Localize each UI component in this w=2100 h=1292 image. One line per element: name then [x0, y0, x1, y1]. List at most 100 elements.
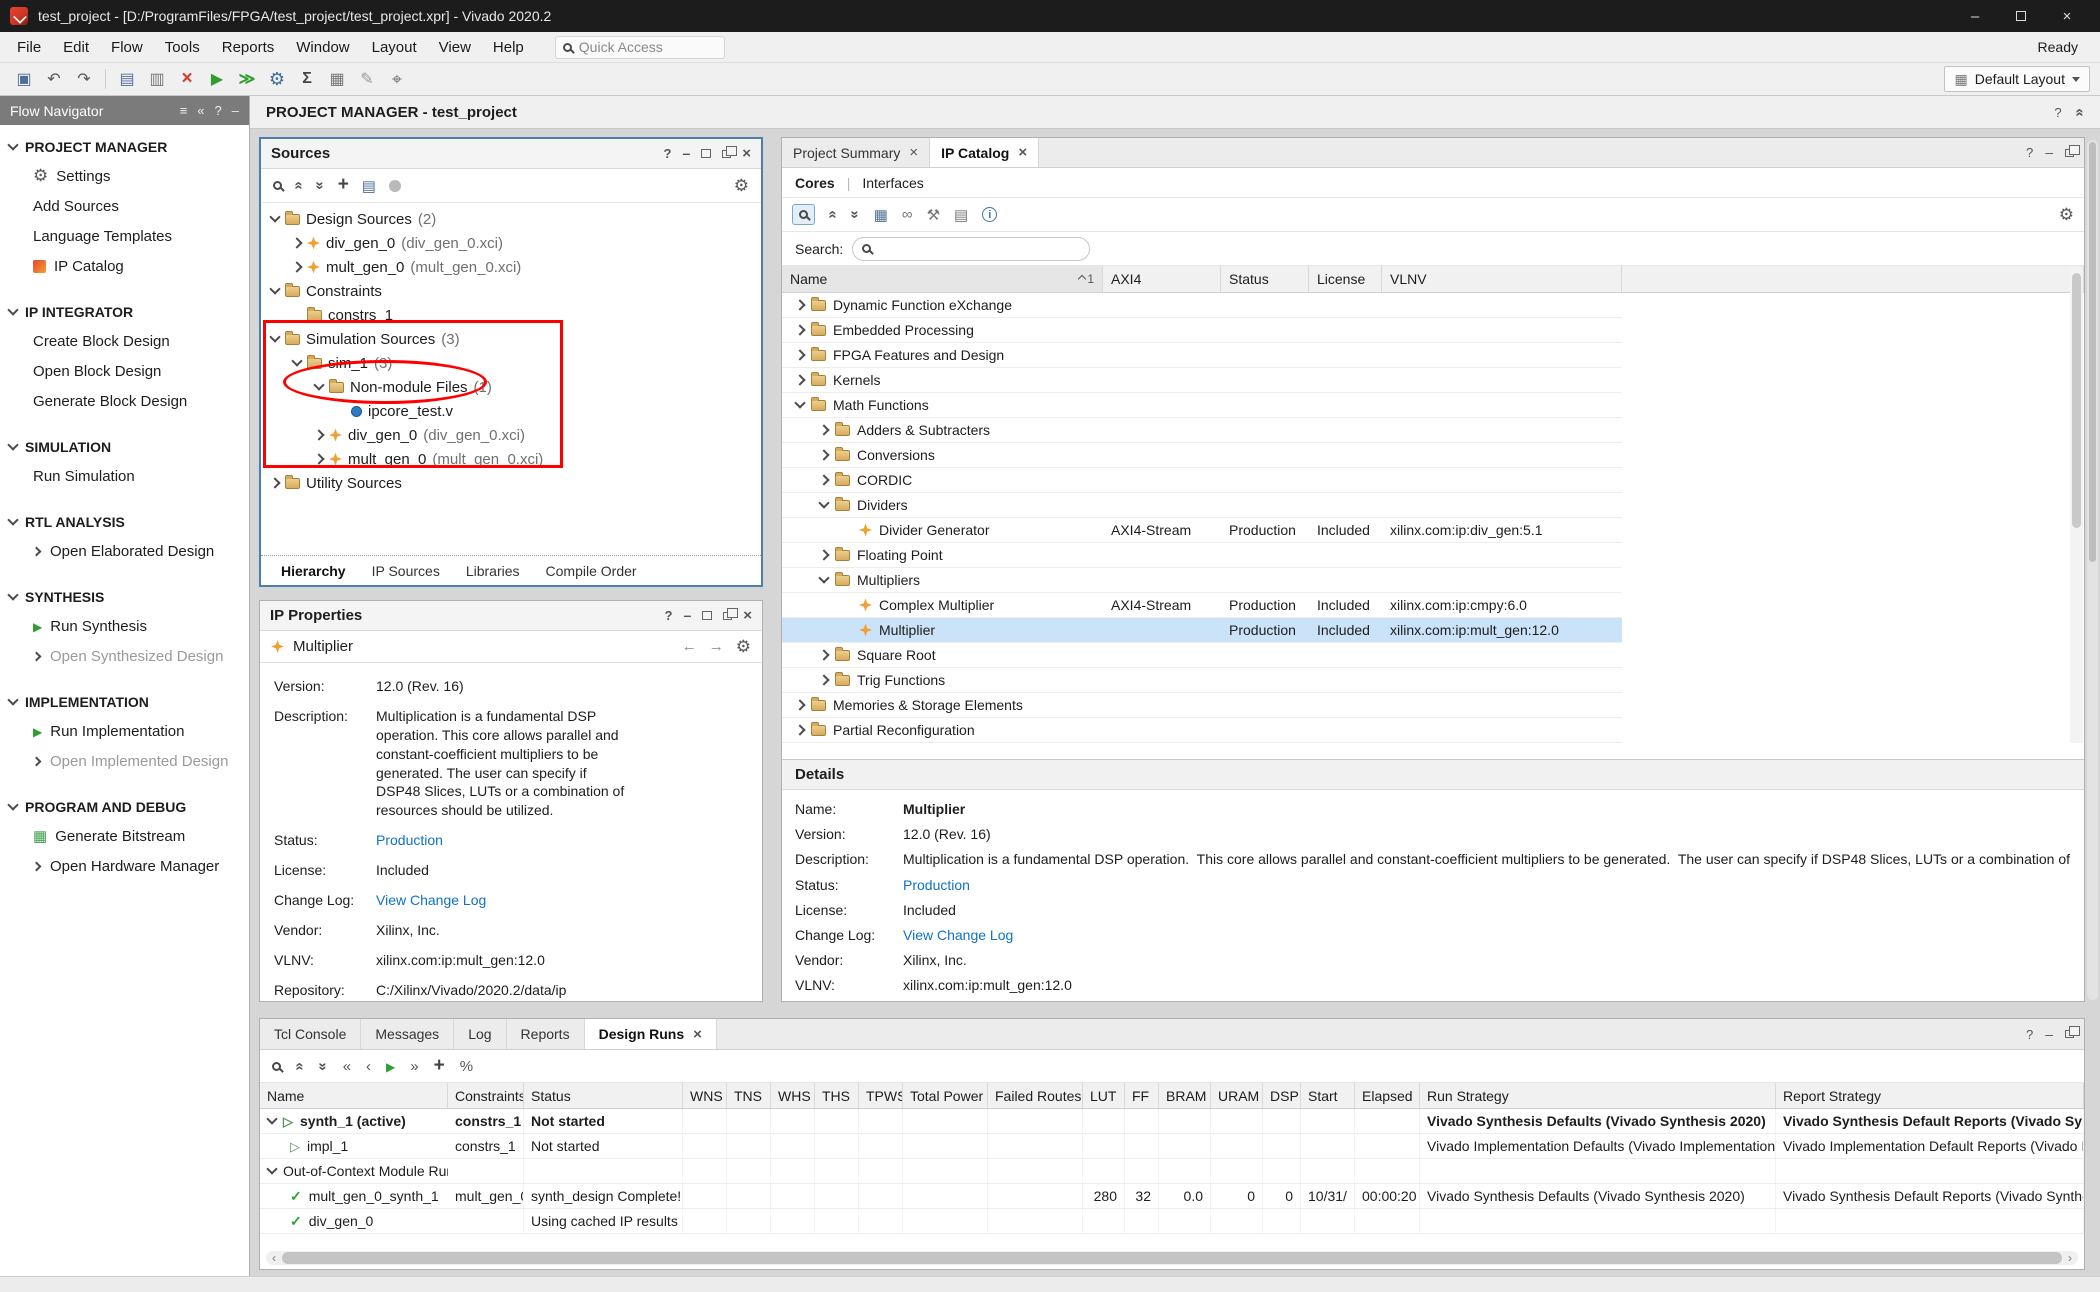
float-icon[interactable]: [722, 150, 731, 158]
report-utilization-button[interactable]: [293, 66, 321, 92]
expander-icon[interactable]: [794, 299, 805, 310]
catalog-scrollbar[interactable]: [2070, 267, 2083, 743]
chevron-right-icon[interactable]: [32, 756, 42, 766]
expander-icon[interactable]: [794, 349, 805, 360]
layout-grid-button[interactable]: [323, 66, 351, 92]
flow-navigator-menu-icon[interactable]: ≡: [180, 103, 188, 118]
run-row-div-gen-0[interactable]: div_gen_0 Using cached IP results: [260, 1209, 2084, 1234]
file-icon[interactable]: [362, 177, 376, 195]
catalog-row-multiplier-selected[interactable]: Multiplier Production Included xilinx.co…: [782, 618, 1622, 643]
collapse-all-icon[interactable]: [292, 1062, 309, 1070]
close-icon[interactable]: [743, 607, 752, 624]
run-row-impl-1[interactable]: impl_1 constrs_1 Not started Vivado Impl…: [260, 1134, 2084, 1159]
scrollbar-thumb[interactable]: [2072, 273, 2081, 528]
close-icon[interactable]: [909, 144, 918, 161]
catalog-row[interactable]: Square Root: [782, 643, 1622, 668]
expander-icon[interactable]: [818, 549, 829, 560]
catalog-row[interactable]: Dynamic Function eXchange: [782, 293, 1622, 318]
copy-button[interactable]: [143, 66, 171, 92]
tab-ip-sources[interactable]: IP Sources: [360, 559, 452, 583]
close-icon[interactable]: [693, 1026, 702, 1043]
expander-icon[interactable]: [291, 355, 302, 366]
catalog-row-dividers[interactable]: Dividers: [782, 493, 1622, 518]
collapse-all-icon[interactable]: [825, 210, 842, 218]
nav-item-run-simulation[interactable]: Run Simulation: [0, 461, 249, 491]
subtab-interfaces[interactable]: Interfaces: [862, 175, 923, 191]
back-arrow-icon[interactable]: ←: [682, 638, 697, 655]
menu-layout[interactable]: Layout: [361, 32, 428, 62]
column-license[interactable]: License: [1309, 266, 1382, 292]
expand-all-icon[interactable]: [315, 1062, 332, 1070]
nav-item-open-synthesized-design[interactable]: Open Synthesized Design: [0, 641, 249, 671]
menu-file[interactable]: File: [6, 32, 52, 62]
catalog-row-complex-multiplier[interactable]: Complex Multiplier AXI4-Stream Productio…: [782, 593, 1622, 618]
debug-probe-button[interactable]: [383, 66, 411, 92]
menu-flow[interactable]: Flow: [100, 32, 154, 62]
expander-icon[interactable]: [794, 374, 805, 385]
settings-gear-icon[interactable]: [736, 637, 751, 657]
expander-icon[interactable]: [313, 379, 324, 390]
scroll-right-icon[interactable]: ›: [2062, 1251, 2078, 1265]
expander-icon[interactable]: [818, 674, 829, 685]
chevron-right-icon[interactable]: [32, 546, 42, 556]
tree-row-constraints[interactable]: Constraints: [261, 279, 761, 303]
expander-icon[interactable]: [269, 331, 280, 342]
taxonomy-icon[interactable]: [902, 206, 913, 223]
nav-item-add-sources[interactable]: Add Sources: [0, 191, 249, 221]
collapse-all-icon[interactable]: [291, 181, 308, 189]
run-button[interactable]: [203, 66, 231, 92]
close-icon[interactable]: [742, 145, 751, 162]
minimize-icon[interactable]: [682, 145, 690, 162]
tab-log[interactable]: Log: [454, 1019, 506, 1049]
expander-icon[interactable]: [794, 397, 805, 408]
cancel-button[interactable]: [173, 66, 201, 92]
column-name[interactable]: Name 1: [782, 266, 1103, 292]
catalog-row[interactable]: Trig Functions: [782, 668, 1622, 693]
flow-navigator-minimize-icon[interactable]: –: [232, 103, 239, 118]
step-back-icon[interactable]: ‹: [366, 1058, 371, 1075]
tab-tcl-console[interactable]: Tcl Console: [260, 1019, 361, 1049]
settings-gear-button[interactable]: [263, 66, 291, 92]
expander-icon[interactable]: [291, 237, 302, 248]
expander-icon[interactable]: [794, 324, 805, 335]
layout-selector-dropdown[interactable]: Default Layout: [1944, 66, 2090, 92]
run-row-synth-1[interactable]: synth_1 (active) constrs_1 Not started V…: [260, 1109, 2084, 1134]
catalog-row-multipliers[interactable]: Multipliers: [782, 568, 1622, 593]
maximize-icon[interactable]: [701, 149, 711, 158]
section-project-manager[interactable]: PROJECT MANAGER: [0, 133, 249, 161]
nav-item-open-elaborated-design[interactable]: Open Elaborated Design: [0, 536, 249, 566]
tab-reports[interactable]: Reports: [507, 1019, 585, 1049]
section-program-and-debug[interactable]: PROGRAM AND DEBUG: [0, 793, 249, 821]
catalog-row[interactable]: Kernels: [782, 368, 1622, 393]
expand-all-icon[interactable]: [312, 181, 329, 189]
expand-all-icon[interactable]: [847, 210, 864, 218]
minimize-icon[interactable]: [683, 607, 691, 624]
expander-icon[interactable]: [291, 261, 302, 272]
add-sources-button[interactable]: [113, 66, 141, 92]
menu-edit[interactable]: Edit: [52, 32, 100, 62]
tab-compile-order[interactable]: Compile Order: [534, 559, 649, 583]
fast-forward-icon[interactable]: »: [410, 1058, 418, 1075]
tree-row-design-sources[interactable]: Design Sources(2): [261, 207, 761, 231]
column-vlnv[interactable]: VLNV: [1382, 266, 1622, 292]
help-icon[interactable]: [664, 607, 672, 624]
catalog-row[interactable]: Embedded Processing: [782, 318, 1622, 343]
expander-icon[interactable]: [269, 477, 280, 488]
section-simulation[interactable]: SIMULATION: [0, 433, 249, 461]
maximize-button[interactable]: [1998, 0, 2044, 32]
catalog-row[interactable]: Partial Reconfiguration: [782, 718, 1622, 743]
column-status[interactable]: Status: [1221, 266, 1309, 292]
float-icon[interactable]: [2065, 149, 2074, 157]
forward-arrow-icon[interactable]: →: [709, 638, 724, 655]
catalog-row[interactable]: Floating Point: [782, 543, 1622, 568]
nav-item-open-block-design[interactable]: Open Block Design: [0, 356, 249, 386]
help-icon[interactable]: [2026, 1026, 2033, 1043]
horizontal-scrollbar[interactable]: ‹ ›: [266, 1251, 2078, 1265]
nav-item-ip-catalog[interactable]: IP Catalog: [0, 251, 249, 281]
help-icon[interactable]: [2054, 104, 2061, 121]
tree-row-ipcore-test-v[interactable]: ipcore_test.v: [261, 399, 761, 423]
run-icon[interactable]: [386, 1058, 395, 1075]
close-icon[interactable]: [1018, 144, 1027, 161]
close-button[interactable]: ×: [2044, 0, 2090, 32]
expander-icon[interactable]: [269, 211, 280, 222]
